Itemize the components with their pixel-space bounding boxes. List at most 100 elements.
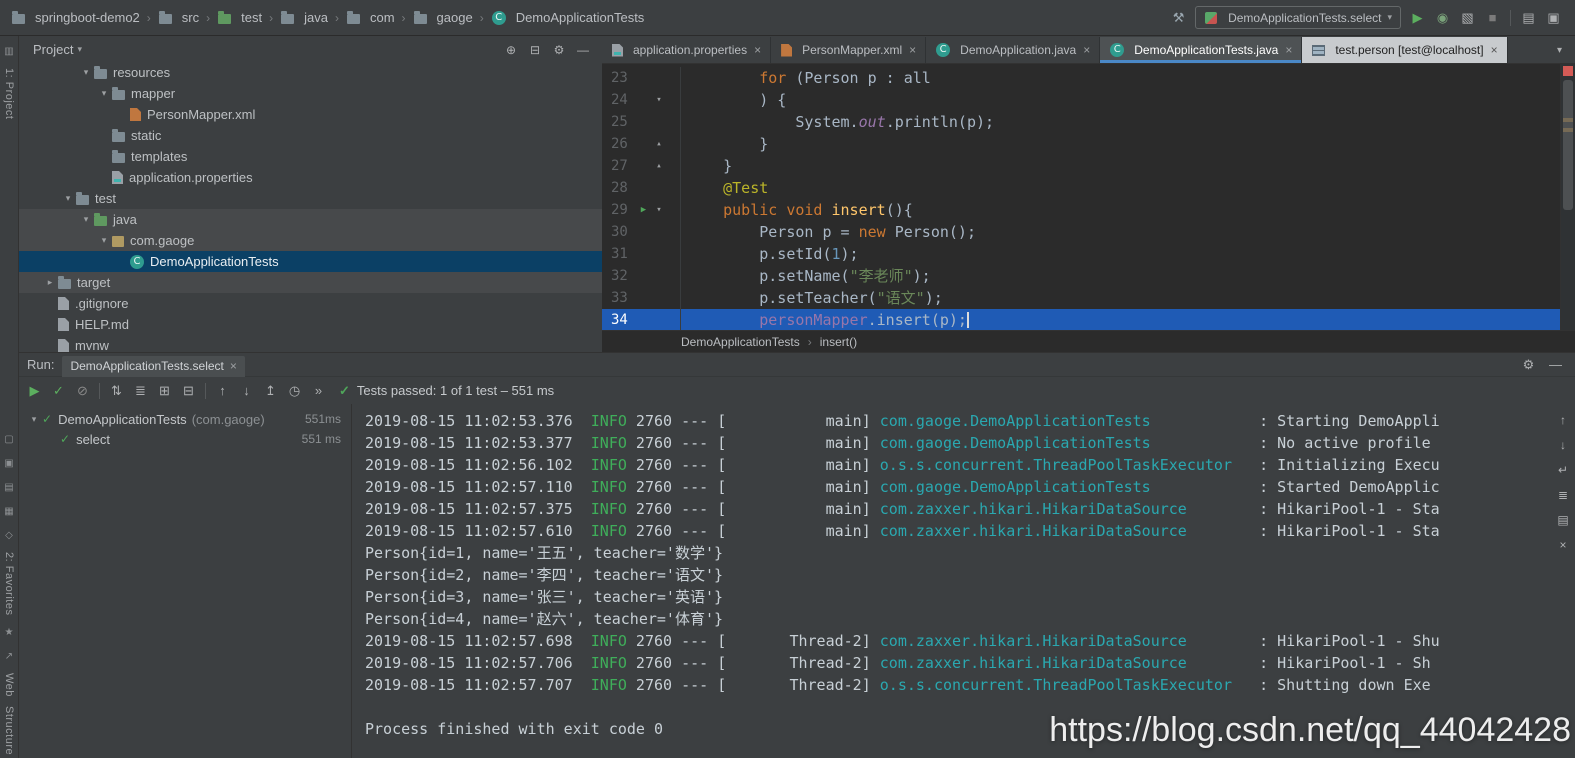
editor-tab-personmapper-xml[interactable]: PersonMapper.xml × [771,37,927,63]
code-line-31[interactable]: 31 p.setId(1); [602,243,1560,265]
run-tab[interactable]: DemoApplicationTests.select × [62,355,245,377]
code-line-28[interactable]: 28 @Test [602,177,1560,199]
soft-wrap-button[interactable]: ↵ [1554,462,1572,478]
stop-button[interactable]: ■ [1481,7,1504,29]
editor-scrollbar[interactable] [1560,64,1575,330]
code-line-27[interactable]: 27 ▴ } [602,155,1560,177]
project-panel-title[interactable]: Project [33,42,73,57]
expand-all-button[interactable]: ⊞ [153,380,176,402]
tree-item-static[interactable]: static [19,125,602,146]
coverage-button[interactable]: ▧ [1456,7,1479,29]
tool-stripe-icon[interactable]: ▤ [4,480,13,495]
editor-tab-application-properties[interactable]: application.properties × [602,37,772,63]
run-config-selector[interactable]: DemoApplicationTests.select ▾ [1195,6,1401,29]
sort-alphabetically-button[interactable]: ⇅ [105,380,128,402]
expander-icon[interactable]: ▾ [61,193,75,204]
more-chevron-icon[interactable]: » [307,380,330,402]
fold-icon[interactable]: ▾ [652,199,666,221]
test-tree-item-select[interactable]: ✓ select 551 ms [19,429,351,449]
tree-item-target[interactable]: ▸ target [19,272,602,293]
tree-item-java[interactable]: ▾ java [19,209,602,230]
editor-tab-demoapplicationtests-java[interactable]: DemoApplicationTests.java × [1100,37,1303,63]
code-line-24[interactable]: 24 ▾ ) { [602,89,1560,111]
breadcrumb-item-demoapplicationtests[interactable]: DemoApplicationTests [488,8,648,27]
close-icon[interactable]: × [909,43,916,57]
rerun-button[interactable]: ▶ [23,380,46,402]
star-icon[interactable]: ★ [5,625,14,640]
next-occurrence-button[interactable]: ↓ [235,380,258,402]
code-line-32[interactable]: 32 p.setName("李老师"); [602,265,1560,287]
import-test-results-button[interactable]: ↥ [259,380,282,402]
expander-icon[interactable]: ▾ [79,214,93,225]
tool-stripe-icon[interactable]: ▢ [4,432,13,447]
tree-item-mapper[interactable]: ▾ mapper [19,83,602,104]
code-line-30[interactable]: 30 Person p = new Person(); [602,221,1560,243]
close-icon[interactable]: × [754,43,761,57]
code-line-34[interactable]: 34 personMapper.insert(p); [602,309,1560,330]
chevron-down-icon[interactable]: ▾ [77,44,82,55]
build-hammer-icon[interactable]: ⚒ [1167,7,1190,29]
run-test-icon[interactable]: ▶ [635,199,652,221]
hide-panel-button[interactable]: — [572,40,594,60]
tree-item-help-md[interactable]: HELP.md [19,314,602,335]
editor-tab-demoapplication-java[interactable]: DemoApplication.java × [926,37,1101,63]
scroll-to-top-button[interactable]: ↑ [1554,412,1572,428]
breadcrumb-item-gaoge[interactable]: gaoge [410,8,476,27]
expander-icon[interactable]: ▾ [97,88,111,99]
previous-occurrence-button[interactable]: ↑ [211,380,234,402]
tree-item-templates[interactable]: templates [19,146,602,167]
tool-window-structure-button[interactable]: Structure [3,706,15,755]
tree-item-application-properties[interactable]: application.properties [19,167,602,188]
tree-item-mvnw[interactable]: mvnw [19,335,602,352]
console-output[interactable]: 2019-08-15 11:02:53.376 INFO 2760 --- [ … [353,404,1551,758]
breadcrumb-item-springboot-demo2[interactable]: springboot-demo2 [8,8,143,27]
code-line-25[interactable]: 25 System.out.println(p); [602,111,1560,133]
select-opened-file-button[interactable]: ⊕ [500,40,522,60]
rerun-failed-tests-button[interactable]: ✓ [47,380,70,402]
expander-icon[interactable]: ▾ [79,67,93,78]
sort-by-duration-button[interactable]: ≣ [129,380,152,402]
print-console-button[interactable]: ▤ [1554,512,1572,528]
code-line-29[interactable]: 29 ▶ ▾ public void insert(){ [602,199,1560,221]
tree-item-com-gaoge[interactable]: ▾ com.gaoge [19,230,602,251]
cursor-arrow-icon[interactable]: ↗ [5,649,13,664]
debug-button[interactable]: ◉ [1431,7,1454,29]
code-line-26[interactable]: 26 ▴ } [602,133,1560,155]
tree-item-gitignore[interactable]: .gitignore [19,293,602,314]
settings-gear-button[interactable]: ⚙ [548,40,570,60]
tool-stripe-icon[interactable]: ▣ [4,456,13,471]
clear-all-button[interactable]: × [1554,537,1572,553]
fold-icon[interactable]: ▴ [652,133,666,155]
test-tree-item-demoapplicationtests[interactable]: ▾ ✓ DemoApplicationTests (com.gaoge) 551ms [19,409,351,429]
scroll-to-end-button[interactable]: ≣ [1554,487,1572,503]
tool-stripe-icon[interactable]: ▦ [4,504,13,519]
scroll-to-bottom-button[interactable]: ↓ [1554,437,1572,453]
expander-icon[interactable]: ▾ [97,235,111,246]
tool-window-project-button[interactable]: 1: Project [3,68,15,119]
editor-tab-test-person-test-localhost[interactable]: test.person [test@localhost] × [1302,37,1508,63]
collapse-all-button[interactable]: ⊟ [524,40,546,60]
breadcrumb-item-com[interactable]: com [343,8,398,27]
close-icon[interactable]: × [230,359,237,373]
hide-panel-button[interactable]: — [1544,354,1567,376]
collapse-all-button[interactable]: ⊟ [177,380,200,402]
tool-window-favorites-button[interactable]: 2: Favorites [3,552,15,615]
tool-windows-button[interactable]: ▤ [1517,7,1540,29]
layout-button[interactable]: ▣ [1542,7,1565,29]
fold-icon[interactable]: ▾ [652,89,666,111]
breadcrumb-class[interactable]: DemoApplicationTests [681,335,800,349]
tool-stripe-icon[interactable]: ◇ [5,528,13,543]
close-icon[interactable]: × [1285,43,1292,57]
settings-gear-button[interactable]: ⚙ [1517,354,1540,376]
tree-item-resources[interactable]: ▾ resources [19,62,602,83]
test-history-button[interactable]: ◷ [283,380,306,402]
run-button[interactable]: ▶ [1406,7,1429,29]
breadcrumb-item-test[interactable]: test [214,8,265,27]
close-icon[interactable]: × [1491,43,1498,57]
tab-list-chevron-icon[interactable]: ▾ [1548,40,1571,62]
tool-window-web-button[interactable]: Web [3,673,15,697]
close-icon[interactable]: × [1083,43,1090,57]
scrollbar-thumb[interactable] [1563,80,1573,210]
code-line-23[interactable]: 23 for (Person p : all [602,67,1560,89]
breadcrumb-method[interactable]: insert() [820,335,857,349]
